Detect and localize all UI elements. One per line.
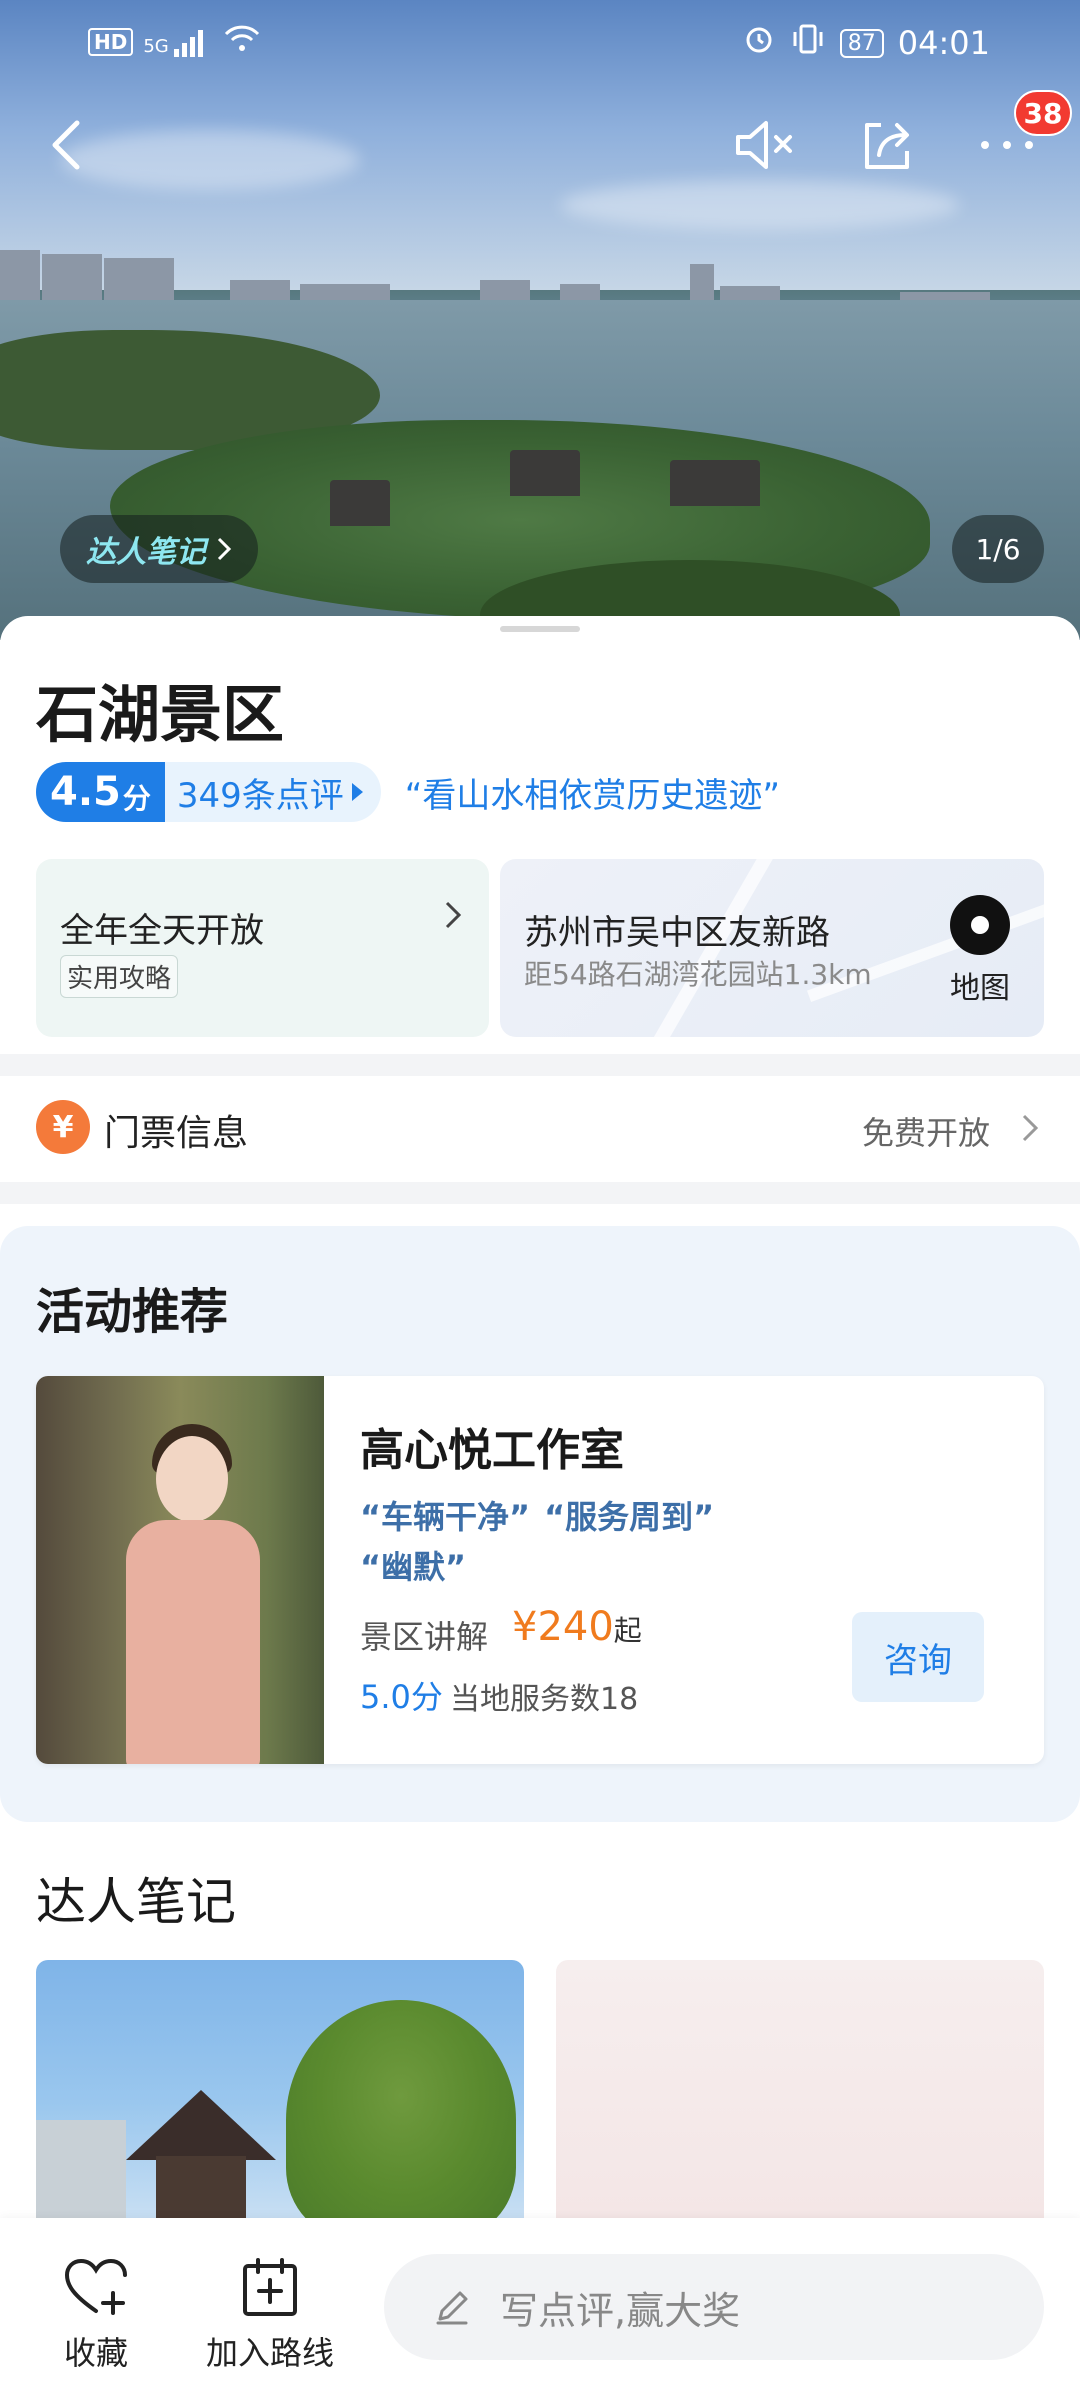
service-type: 景区讲解 <box>360 1618 489 1656</box>
review-tag: “服务周到” <box>544 1498 715 1536</box>
review-count-text: 349条点评 <box>176 775 344 816</box>
ticket-value: 免费开放 <box>861 1114 990 1152</box>
review-count: 349条点评 <box>165 768 381 817</box>
wifi-icon <box>222 22 262 62</box>
activity-title: 活动推荐 <box>36 1284 229 1340</box>
guide-figure <box>116 1424 266 1764</box>
highlight-quote: “看山水相依赏历史遗迹” <box>404 775 781 816</box>
signal-icon: 5G <box>143 27 211 57</box>
notification-badge: 38 <box>1014 90 1072 136</box>
price-suffix: 起 <box>613 1614 642 1647</box>
nearest-stop-text: 距54路石湖湾花园站1.3km <box>524 958 872 991</box>
expert-notes-chip[interactable]: 达人笔记 <box>60 515 258 583</box>
temple-roof <box>330 480 390 526</box>
map-label[interactable]: 地图 <box>950 963 1010 1007</box>
studio-name: 高心悦工作室 <box>360 1425 624 1476</box>
review-tag: “幽默” <box>360 1548 467 1586</box>
bottom-action-bar: 收藏 加入路线 写点评,赢大奖 <box>0 2218 1080 2400</box>
clock: 04:01 <box>897 24 990 62</box>
battery-level: 87 <box>847 30 876 56</box>
service-count: 当地服务数18 <box>450 1682 639 1717</box>
network-type: 5G <box>143 36 169 57</box>
section-divider <box>0 1182 1080 1204</box>
willow-tree <box>286 2000 516 2220</box>
write-review-input[interactable]: 写点评,赢大奖 <box>384 2254 1044 2360</box>
back-arrow-icon <box>52 120 80 170</box>
review-tag: “车辆干净” <box>360 1498 531 1536</box>
guide-tag: 实用攻略 <box>60 955 179 998</box>
guide-head <box>156 1436 228 1522</box>
heart-plus-icon <box>64 2258 127 2315</box>
mute-button[interactable] <box>730 110 800 180</box>
consult-button[interactable]: 咨询 <box>852 1612 984 1702</box>
chevron-right-icon <box>445 901 462 929</box>
address-text: 苏州市吴中区友新路 <box>524 913 830 953</box>
chevron-right-icon <box>1022 1114 1039 1142</box>
add-route-label: 加入路线 <box>205 2334 334 2372</box>
price-value: ¥240 <box>512 1604 614 1650</box>
vibrate-icon <box>790 22 826 64</box>
drag-handle[interactable] <box>500 626 580 632</box>
review-tags: “车辆干净” “服务周到” “幽默” <box>360 1492 760 1592</box>
opening-hours-text: 全年全天开放 <box>60 911 264 951</box>
share-icon <box>865 123 909 169</box>
pavilion <box>126 2090 276 2220</box>
rating-score: 4.5 分 <box>36 762 165 822</box>
pavilion-roof <box>126 2090 276 2160</box>
calendar-plus-icon <box>243 2258 297 2316</box>
rating-unit: 分 <box>122 782 151 815</box>
ticket-label: 门票信息 <box>104 1113 249 1154</box>
hd-indicator: HD <box>88 28 134 56</box>
favorite-button[interactable]: 收藏 <box>56 2252 136 2374</box>
guide-score: 5.0分 <box>360 1678 443 1716</box>
ticket-icon: ¥ <box>36 1100 90 1154</box>
review-placeholder: 写点评,赢大奖 <box>500 2288 741 2333</box>
triangle-right-icon <box>351 783 363 801</box>
price: ¥240起 <box>512 1604 642 1650</box>
activity-section: 活动推荐 高心悦工作室 “车辆干净” “服务周到” “幽默” 景区讲解 ¥240起… <box>0 1226 1080 1822</box>
ticket-info-row[interactable]: ¥ 门票信息 免费开放 <box>0 1072 1080 1182</box>
rating-value: 4.5 <box>50 769 121 815</box>
temple-roof <box>670 460 760 506</box>
expert-notes-label: 达人笔记 <box>86 535 206 570</box>
favorite-label: 收藏 <box>63 2334 128 2372</box>
pencil-icon <box>436 2291 468 2325</box>
share-button[interactable] <box>852 110 922 180</box>
detail-sheet: 石湖景区 4.5 分 349条点评 “看山水相依赏历史遗迹” 全年全天开放 实用… <box>0 616 1080 2400</box>
pavilion-body <box>156 2156 246 2220</box>
address-card[interactable]: 苏州市吴中区友新路 距54路石湖湾花园站1.3km 地图 <box>500 859 1044 1037</box>
chevron-right-icon <box>217 537 232 561</box>
rating-pill[interactable]: 4.5 分 349条点评 <box>36 762 381 822</box>
back-button[interactable] <box>32 110 102 180</box>
hero-image[interactable]: HD 5G 87 04:01 38 达人笔记 1/6 <box>0 0 1080 640</box>
temple-roof <box>510 450 580 496</box>
activity-card[interactable]: 高心悦工作室 “车辆干净” “服务周到” “幽默” 景区讲解 ¥240起 5.0分… <box>36 1376 1044 1764</box>
status-bar: HD 5G 87 04:01 <box>0 0 1080 80</box>
note-card[interactable] <box>556 1960 1044 2220</box>
map-pin-icon[interactable] <box>950 895 1010 955</box>
guide-dress <box>126 1520 260 1764</box>
note-buildings <box>36 2120 126 2220</box>
note-card[interactable] <box>36 1960 524 2220</box>
cloud <box>60 130 360 190</box>
mute-icon <box>736 121 792 169</box>
photo-page-indicator: 1/6 <box>952 515 1044 583</box>
guide-photo <box>36 1376 324 1764</box>
alarm-icon <box>742 22 776 64</box>
attraction-title: 石湖景区 <box>36 678 285 751</box>
battery-icon: 87 <box>839 28 884 58</box>
more-icon <box>981 141 1033 149</box>
opening-hours-card[interactable]: 全年全天开放 实用攻略 <box>36 859 489 1037</box>
rating-row: 4.5 分 349条点评 “看山水相依赏历史遗迹” <box>36 762 780 822</box>
cloud <box>560 180 960 230</box>
notes-section-title: 达人笔记 <box>36 1873 236 1931</box>
add-route-button[interactable]: 加入路线 <box>200 2252 340 2374</box>
